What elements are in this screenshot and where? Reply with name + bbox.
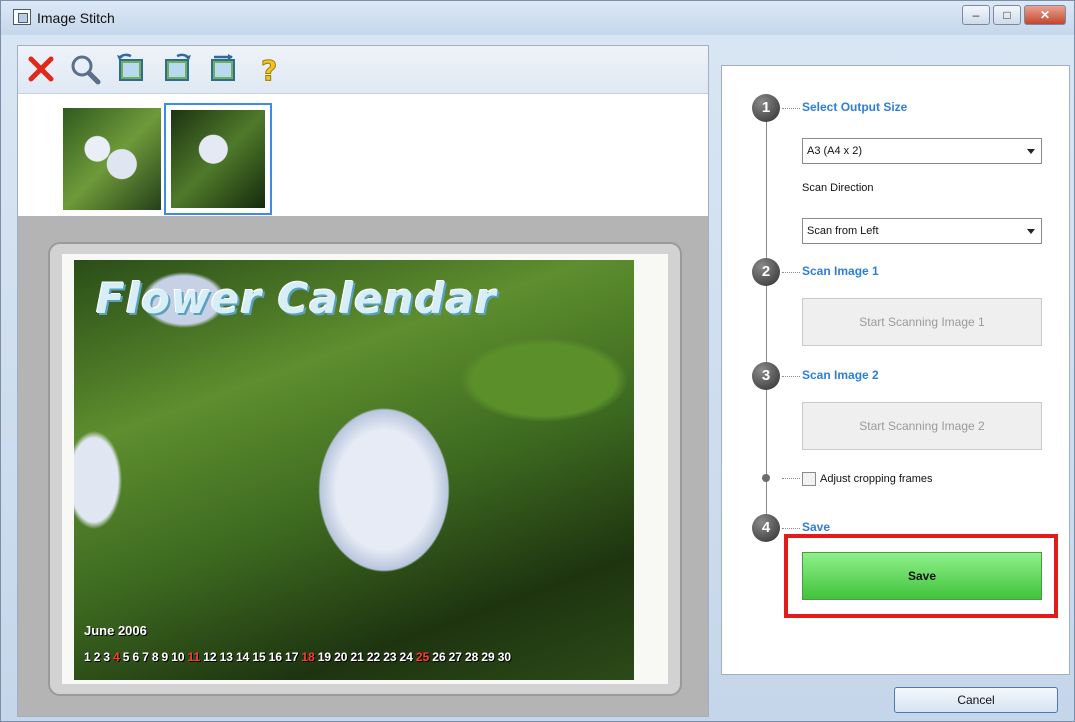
scan-direction-select[interactable]: Scan from Left	[802, 218, 1042, 244]
calendar-day: 4	[113, 650, 120, 664]
calendar-day: 25	[415, 650, 430, 664]
step-dots	[782, 108, 800, 109]
calendar-day: 2	[93, 650, 101, 664]
maximize-button[interactable]: □	[993, 5, 1021, 25]
step-2-title: Scan Image 1	[802, 264, 879, 278]
preview-area: Flower Calendar June 2006 1 2 3 4 5 6 7 8 9 10 11 1…	[18, 216, 708, 716]
step-dots	[782, 376, 800, 377]
thumbnail-strip	[18, 95, 708, 215]
delete-icon	[28, 56, 54, 82]
adjust-cropping-row[interactable]: Adjust cropping frames	[802, 470, 933, 488]
calendar-day: 13	[219, 650, 233, 664]
steps-pane: 1 Select Output Size A3 (A4 x 2) Scan Di…	[721, 65, 1070, 675]
scanned-page: Flower Calendar June 2006 1 2 3 4 5 6 7 8 9 10 11 1…	[62, 254, 668, 684]
help-icon: ?	[261, 54, 278, 88]
calendar-day: 17	[285, 650, 299, 664]
step-dots	[782, 272, 800, 273]
step-1-badge: 1	[752, 94, 780, 122]
step-connector	[766, 106, 767, 516]
rotate-left-button[interactable]	[114, 52, 148, 86]
calendar-day: 16	[268, 650, 283, 664]
thumbnail-preview	[63, 108, 161, 210]
scan-direction-value: Scan from Left	[807, 225, 879, 237]
step-dot	[762, 474, 770, 482]
calendar-day: 14	[235, 650, 250, 664]
adjust-cropping-label: Adjust cropping frames	[820, 473, 933, 485]
scan-direction-label: Scan Direction	[802, 182, 874, 194]
adjust-cropping-checkbox[interactable]	[802, 472, 816, 486]
thumbnail-image-2[interactable]	[164, 103, 272, 215]
cancel-button[interactable]: Cancel	[894, 687, 1058, 713]
swap-image-button[interactable]	[206, 52, 240, 86]
magnifier-icon	[71, 55, 101, 85]
preview-frame: Flower Calendar June 2006 1 2 3 4 5 6 7 8 9 10 11 1…	[48, 242, 682, 696]
toolbar: ?	[18, 46, 708, 94]
title-bar[interactable]: Image Stitch – □ ✕	[1, 1, 1074, 35]
rotate-right-icon	[165, 53, 191, 81]
window-title: Image Stitch	[37, 10, 115, 26]
thumbnail-preview	[171, 110, 265, 208]
calendar-day: 19	[317, 650, 332, 664]
step-2-badge: 2	[752, 258, 780, 286]
calendar-day: 6	[132, 650, 140, 664]
calendar-day: 28	[464, 650, 479, 664]
swap-image-icon	[211, 54, 235, 81]
output-size-select[interactable]: A3 (A4 x 2)	[802, 138, 1042, 164]
calendar-day: 7	[142, 650, 149, 664]
save-button[interactable]: Save	[802, 552, 1042, 600]
calendar-day: 26	[432, 650, 446, 664]
calendar-day: 18	[301, 650, 315, 664]
calendar-day: 23	[383, 650, 397, 664]
calendar-title: Flower Calendar	[96, 274, 497, 323]
window-controls: – □ ✕	[959, 5, 1066, 25]
rotate-right-button[interactable]	[160, 52, 194, 86]
rotate-left-icon	[117, 53, 143, 81]
step-dots	[782, 478, 800, 479]
thumbnail-image-1[interactable]	[58, 103, 166, 215]
step-4-badge: 4	[752, 514, 780, 542]
close-button[interactable]: ✕	[1024, 5, 1066, 25]
zoom-button[interactable]	[68, 52, 102, 86]
calendar-day: 27	[448, 650, 462, 664]
calendar-day: 24	[399, 650, 413, 664]
calendar-day: 9	[161, 650, 169, 664]
dropdown-arrow-icon	[1027, 229, 1035, 234]
svg-text:?: ?	[261, 54, 277, 86]
calendar-month: June 2006	[84, 623, 147, 638]
calendar-day: 15	[252, 650, 266, 664]
step-1-title: Select Output Size	[802, 100, 908, 114]
calendar-day: 20	[334, 650, 348, 664]
calendar-day: 21	[350, 650, 364, 664]
output-size-value: A3 (A4 x 2)	[807, 145, 863, 157]
calendar-day: 3	[103, 650, 111, 664]
start-scanning-image-2-button[interactable]: Start Scanning Image 2	[802, 402, 1042, 450]
calendar-day: 5	[122, 650, 130, 664]
calendar-day: 30	[497, 650, 512, 664]
step-dots	[782, 528, 800, 529]
calendar-day: 29	[481, 650, 495, 664]
calendar-day: 12	[203, 650, 217, 664]
image-stitch-window: Image Stitch – □ ✕ ? Flower Calendar Jun…	[0, 0, 1075, 722]
step-4-title: Save	[802, 520, 831, 534]
calendar-day: 11	[187, 650, 201, 664]
dropdown-arrow-icon	[1027, 149, 1035, 154]
delete-button[interactable]	[24, 52, 58, 86]
scanned-photo: Flower Calendar June 2006 1 2 3 4 5 6 7 8 9 10 11 1…	[74, 260, 634, 680]
help-button[interactable]: ?	[252, 52, 286, 88]
step-3-title: Scan Image 2	[802, 368, 879, 382]
app-icon	[13, 9, 31, 25]
calendar-day: 1	[84, 650, 91, 664]
step-3-badge: 3	[752, 362, 780, 390]
calendar-day: 10	[171, 650, 185, 664]
calendar-day: 22	[366, 650, 381, 664]
calendar-day: 8	[151, 650, 159, 664]
calendar-days: 1 2 3 4 5 6 7 8 9 10 11 12 13 14 15 16 17 18 19 20 21 22 23 24 2…	[84, 650, 514, 664]
start-scanning-image-1-button[interactable]: Start Scanning Image 1	[802, 298, 1042, 346]
preview-pane: ? Flower Calendar June 2006 1 2 3 4 5 6 7 8 9 10 1…	[17, 45, 709, 717]
minimize-button[interactable]: –	[962, 5, 990, 25]
